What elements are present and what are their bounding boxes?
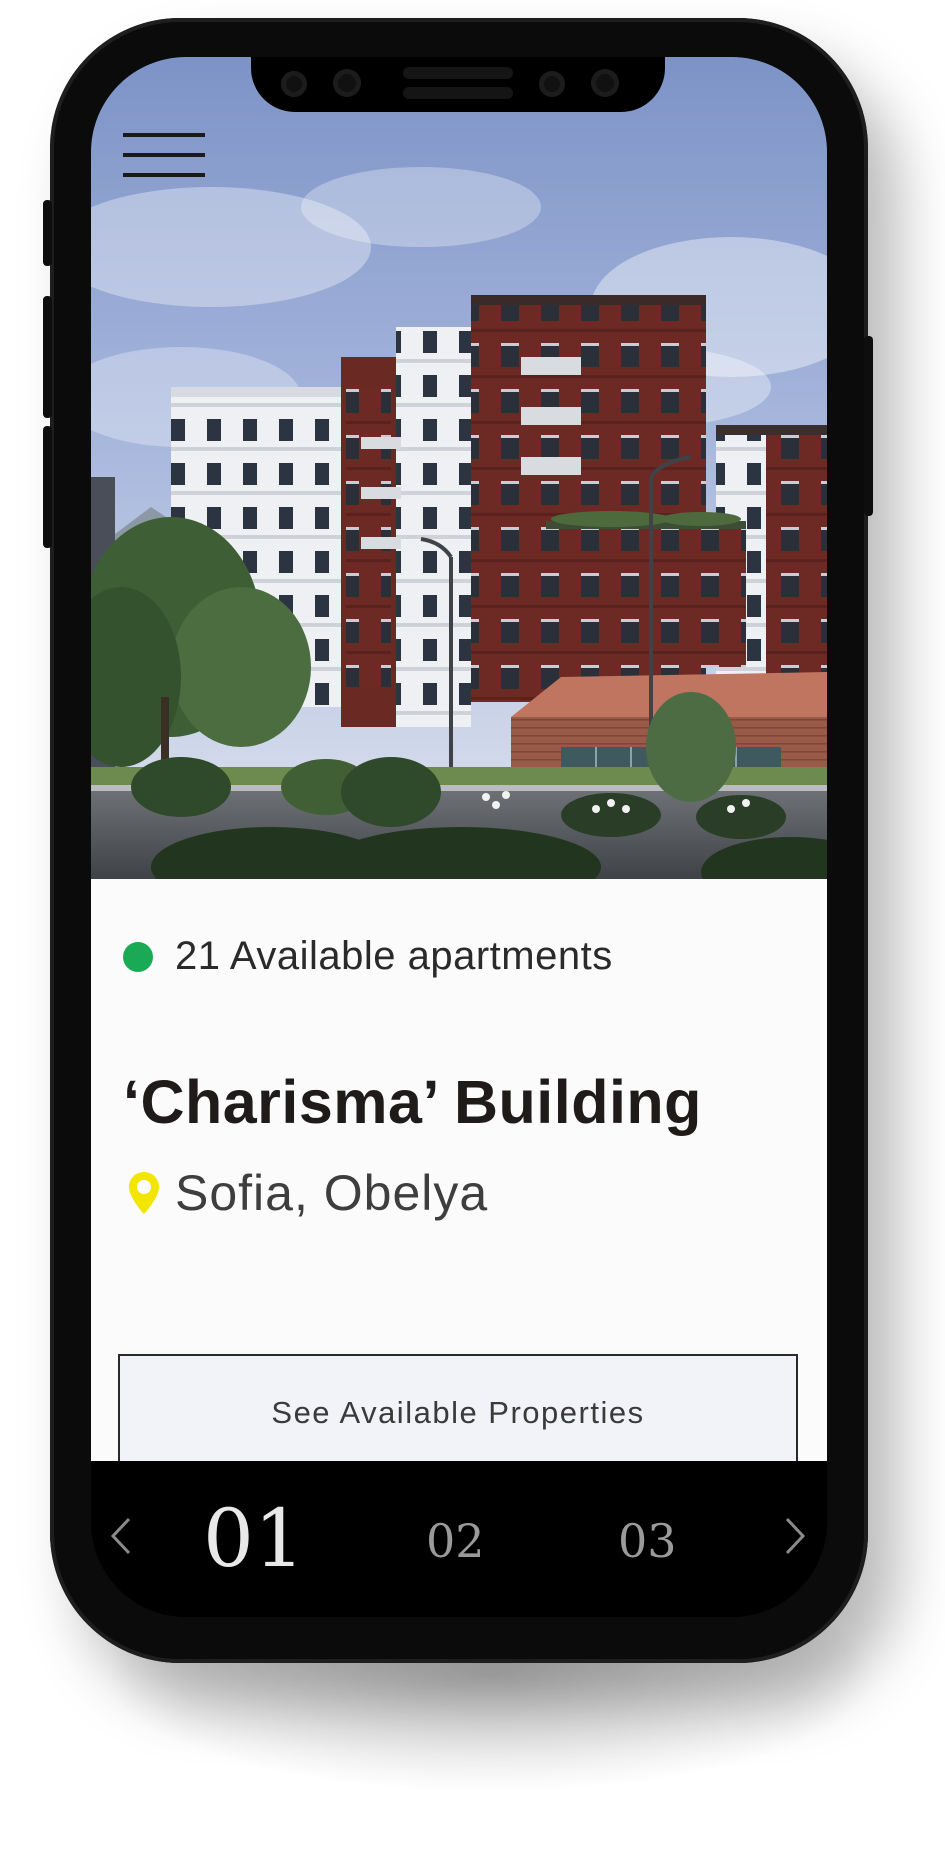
speaker-grille [403,67,513,79]
sensor-icon [281,71,307,97]
location-pin-icon [129,1172,159,1214]
building-title: ‘Charisma’ Building [123,1068,702,1136]
chevron-right-icon[interactable] [779,1511,809,1561]
notch [251,57,665,112]
mute-switch [43,200,52,266]
volume-up-button [43,296,52,418]
front-camera-icon [591,69,619,97]
phone-screen: 21 Available apartments ‘Charisma’ Build… [91,57,827,1617]
mockup-stage: 21 Available apartments ‘Charisma’ Build… [0,0,945,1865]
building-pager: 01 02 03 [91,1461,827,1617]
hamburger-menu-icon[interactable] [123,133,205,179]
availability-status-dot-icon [123,941,153,972]
face-sensor-icon [539,71,565,97]
availability-row: 21 Available apartments [123,934,613,979]
camera-icon [333,69,361,97]
listing-card: 21 Available apartments ‘Charisma’ Build… [91,879,827,1472]
building-photo [91,57,827,879]
page-02[interactable]: 02 [426,1516,485,1566]
chevron-left-icon[interactable] [107,1511,137,1561]
availability-text: 21 Available apartments [175,934,613,978]
location-row: Sofia, Obelya [127,1164,488,1222]
volume-down-button [43,426,52,548]
page-03[interactable]: 03 [618,1516,677,1566]
page-01[interactable]: 01 [203,1499,305,1579]
location-text: Sofia, Obelya [175,1165,489,1221]
see-available-properties-button[interactable]: See Available Properties [118,1354,798,1472]
speaker-grille-lower [403,87,513,99]
power-button [864,336,873,516]
